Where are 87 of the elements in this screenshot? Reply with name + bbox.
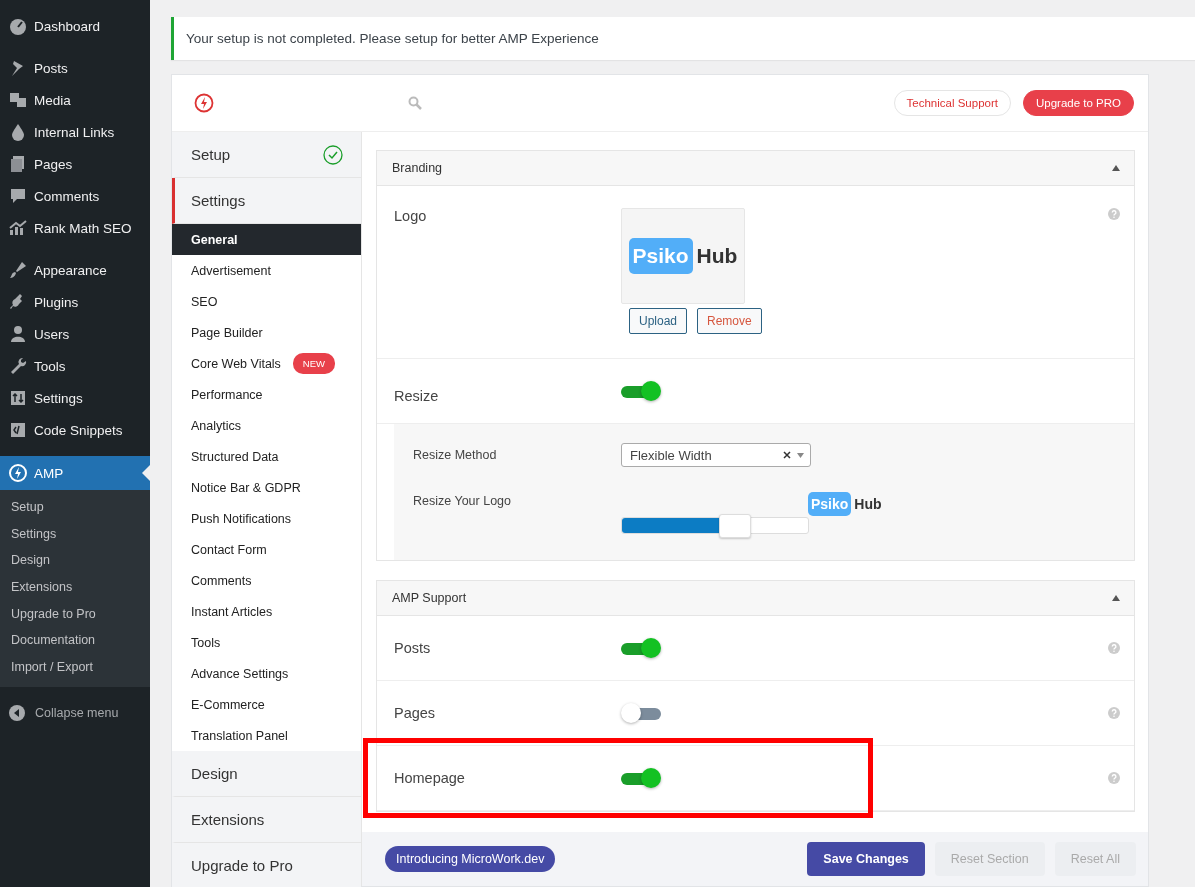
field-label: Logo — [394, 208, 428, 226]
new-badge: NEW — [292, 353, 336, 374]
logo-text: Hub — [696, 244, 738, 268]
admin-menu-item[interactable]: Media — [0, 84, 150, 116]
submenu-item[interactable]: Settings — [0, 520, 150, 548]
admin-menu-item[interactable]: Code Snippets — [0, 414, 150, 446]
nav-item[interactable]: Page Builder — [172, 317, 361, 348]
support-button[interactable]: Technical Support — [893, 90, 1011, 116]
admin-menu-item[interactable]: Rank Math SEO — [0, 212, 150, 244]
nav-section[interactable]: Setup — [172, 132, 361, 178]
nav-item[interactable]: Advance Settings — [172, 658, 361, 689]
slider-handle[interactable] — [718, 514, 751, 538]
logo-text: Hub — [854, 496, 882, 512]
upload-button[interactable]: Upload — [629, 308, 688, 334]
admin-menu-item[interactable]: AMP — [0, 456, 150, 490]
menu-icon — [8, 324, 28, 344]
caret-icon[interactable] — [1112, 595, 1120, 601]
submenu-item[interactable]: Design — [0, 547, 150, 575]
caret-icon — [797, 452, 804, 458]
menu-icon — [8, 218, 28, 238]
nav-item[interactable]: Push Notifications — [172, 503, 361, 534]
nav-item[interactable]: Structured Data — [172, 441, 361, 472]
field-label: Homepage — [394, 770, 466, 786]
promo-button[interactable]: Introducing MicroWork.dev — [385, 846, 556, 872]
admin-menu-item[interactable]: Dashboard — [0, 10, 150, 42]
nav-item[interactable]: Notice Bar & GDPR — [172, 472, 361, 503]
nav-item[interactable]: SEO — [172, 286, 361, 317]
toggle-switch[interactable] — [621, 637, 661, 659]
nav-section[interactable]: Extensions — [172, 797, 361, 843]
menu-icon — [8, 186, 28, 206]
submenu-item[interactable]: Setup — [0, 494, 150, 521]
nav-section[interactable]: Upgrade to Pro — [172, 843, 361, 887]
nav-section[interactable]: Settings — [172, 178, 361, 224]
nav-item[interactable]: Instant Articles — [172, 596, 361, 627]
select-field[interactable]: Flexible Width — [621, 443, 811, 467]
field-label: Resize Method — [413, 448, 498, 462]
admin-menu-item[interactable]: Comments — [0, 180, 150, 212]
menu-icon — [8, 16, 28, 36]
nav-item[interactable]: General — [172, 224, 361, 255]
toggle-switch[interactable] — [621, 380, 661, 402]
admin-menu-item[interactable]: Users — [0, 318, 150, 350]
setup-notice: Your setup is not completed. Please setup for better AMP Experience — [171, 17, 1195, 60]
menu-icon — [8, 463, 28, 483]
menu-icon — [8, 260, 28, 280]
nav-item[interactable]: Advertisement — [172, 255, 361, 286]
admin-menu-item[interactable]: Tools — [0, 350, 150, 382]
admin-menu-item[interactable]: Settings — [0, 382, 150, 414]
admin-menu-item[interactable]: Pages — [0, 148, 150, 180]
section-title: AMP Support — [392, 591, 467, 605]
field-label: Resize Your Logo — [413, 493, 512, 508]
nav-item[interactable]: E-Commerce — [172, 689, 361, 720]
section-title: Branding — [392, 161, 443, 175]
nav-item[interactable]: Comments — [172, 565, 361, 596]
field-label: Resize — [394, 387, 440, 404]
clear-icon[interactable] — [783, 451, 791, 459]
submenu-item[interactable]: Extensions — [0, 574, 150, 601]
submenu-item[interactable]: Upgrade to Pro — [0, 600, 150, 628]
nav-item[interactable]: Performance — [172, 379, 361, 410]
admin-menu-item[interactable]: Internal Links — [0, 116, 150, 148]
nav-item[interactable]: Core Web Vitals NEW — [172, 348, 361, 379]
nav-item[interactable]: Contact Form — [172, 534, 361, 565]
menu-icon — [8, 90, 28, 110]
search-icon[interactable] — [408, 96, 422, 110]
admin-menu-item[interactable]: Posts — [0, 52, 150, 84]
nav-section[interactable]: Design — [172, 751, 361, 797]
logo-text: Psiko — [628, 238, 693, 274]
menu-icon — [8, 388, 28, 408]
nav-item[interactable]: Translation Panel — [172, 720, 361, 751]
nav-item[interactable]: Analytics — [172, 410, 361, 441]
toggle-switch[interactable] — [621, 767, 661, 789]
save-button[interactable]: Save Changes — [807, 842, 925, 876]
menu-icon — [8, 420, 28, 440]
nav-item[interactable]: Tools — [172, 627, 361, 658]
toggle-switch[interactable] — [621, 702, 661, 724]
collapse-menu[interactable]: Collapse menu — [0, 696, 150, 729]
field-label: Pages — [394, 705, 437, 721]
collapse-icon — [9, 704, 25, 721]
logo-text: Psiko — [808, 492, 852, 516]
caret-icon[interactable] — [1112, 165, 1120, 171]
admin-menu-item[interactable]: Appearance — [0, 254, 150, 286]
remove-button[interactable]: Remove — [697, 308, 762, 334]
upgrade-button[interactable]: Upgrade to PRO — [1023, 90, 1134, 116]
submenu-item[interactable]: Import / Export — [0, 654, 150, 681]
lightning-logo-icon — [194, 93, 214, 113]
field-label: Posts — [394, 640, 432, 656]
admin-menu-item[interactable]: Plugins — [0, 286, 150, 318]
submenu-item[interactable]: Documentation — [0, 627, 150, 655]
